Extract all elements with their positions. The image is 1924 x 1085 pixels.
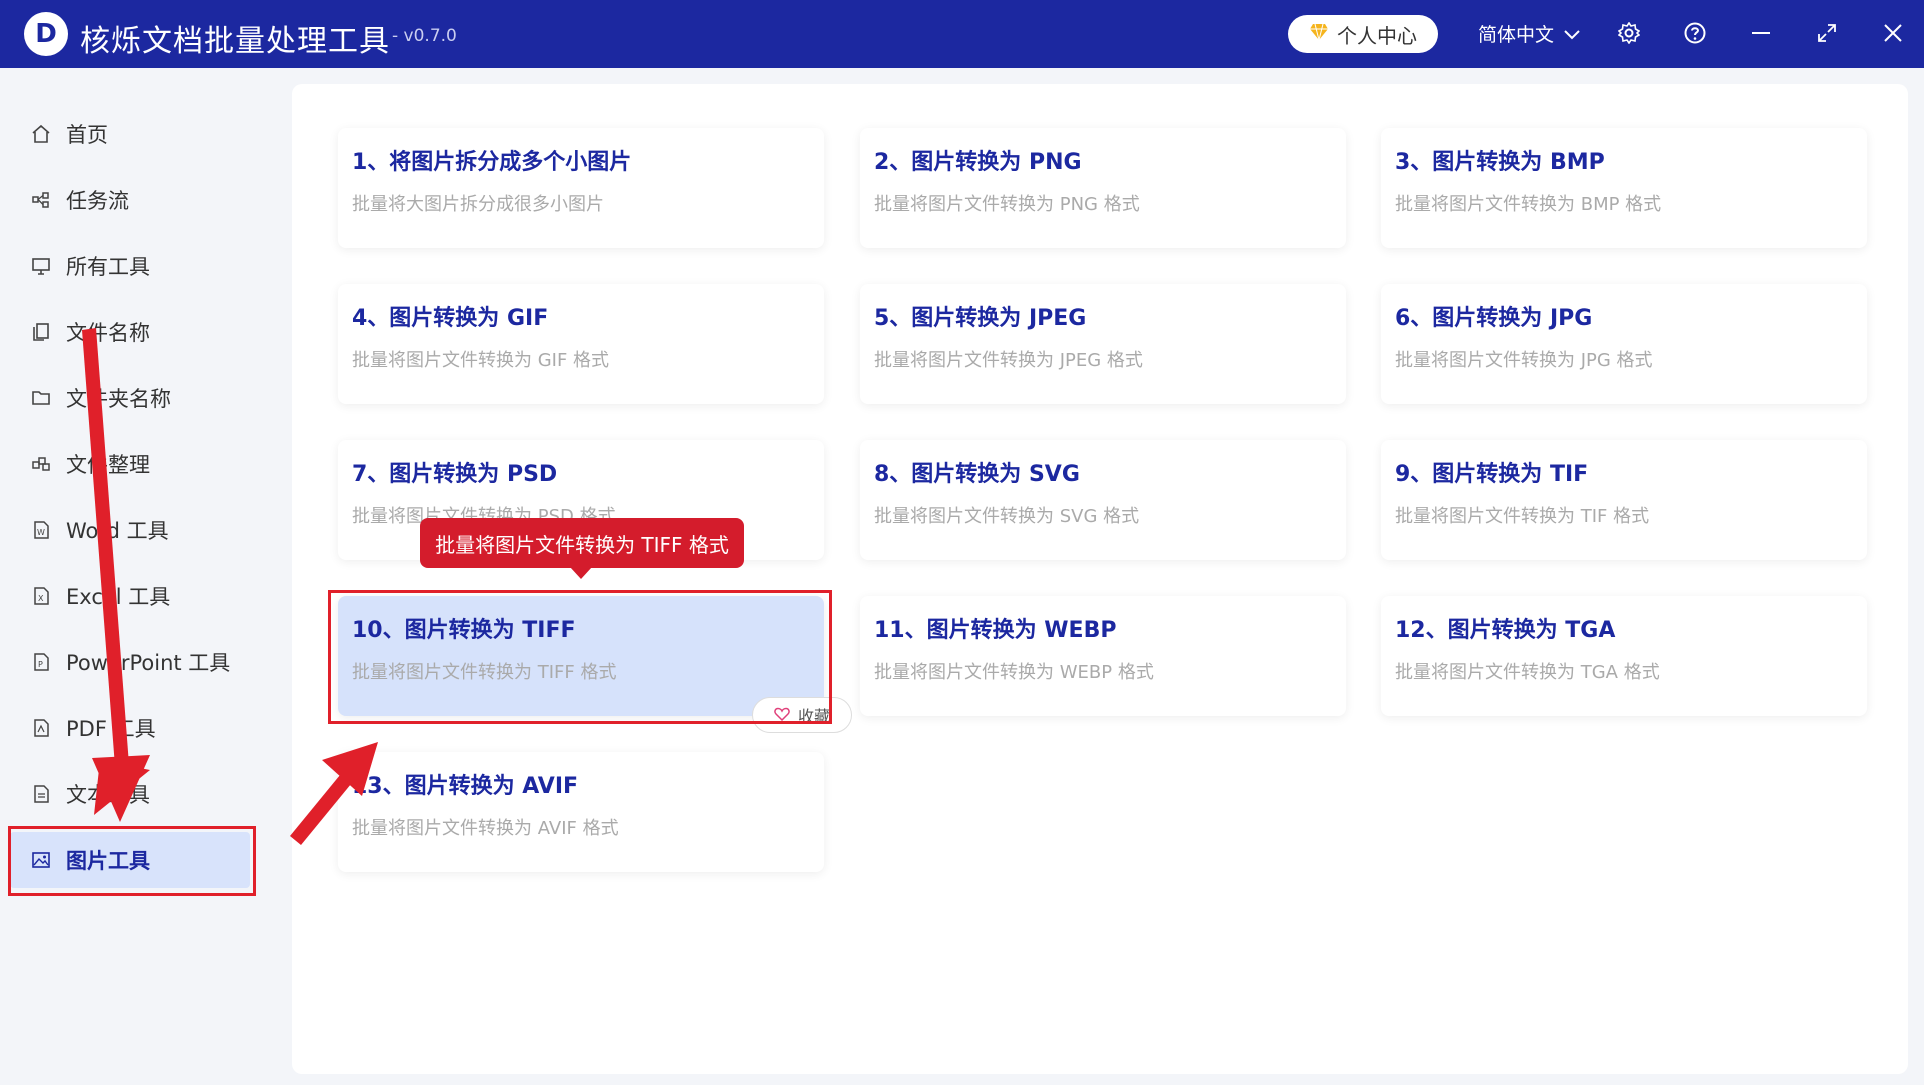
language-select[interactable]: 简体中文 [1478, 20, 1580, 47]
excel-icon: X [30, 585, 52, 607]
svg-text:X: X [38, 594, 44, 603]
user-center-label: 个人中心 [1337, 23, 1417, 48]
tool-card-to-svg[interactable]: 8、图片转换为 SVG 批量将图片文件转换为 SVG 格式 [860, 440, 1346, 560]
tool-card-to-jpg[interactable]: 6、图片转换为 JPG 批量将图片文件转换为 JPG 格式 [1381, 284, 1867, 404]
card-title: 6、图片转换为 JPG [1395, 306, 1593, 331]
sidebar-item-pdf-tools[interactable]: PDF 工具 [10, 700, 250, 756]
sidebar-item-label: Word 工具 [66, 519, 169, 543]
tool-card-to-gif[interactable]: 4、图片转换为 GIF 批量将图片文件转换为 GIF 格式 [338, 284, 824, 404]
tool-card-to-tif[interactable]: 9、图片转换为 TIF 批量将图片文件转换为 TIF 格式 [1381, 440, 1867, 560]
tool-card-to-webp[interactable]: 11、图片转换为 WEBP 批量将图片文件转换为 WEBP 格式 [860, 596, 1346, 716]
card-title: 1、将图片拆分成多个小图片 [352, 150, 632, 175]
card-title: 8、图片转换为 SVG [874, 462, 1080, 487]
card-description: 批量将大图片拆分成很多小图片 [352, 194, 604, 215]
tool-card-to-avif[interactable]: 13、图片转换为 AVIF 批量将图片文件转换为 AVIF 格式 [338, 752, 824, 872]
chevron-down-icon [1564, 23, 1580, 45]
sidebar-item-label: 文件整理 [66, 453, 150, 477]
help-icon[interactable] [1678, 16, 1712, 50]
maximize-icon[interactable] [1810, 16, 1844, 50]
card-title: 2、图片转换为 PNG [874, 150, 1082, 175]
sidebar-item-label: 任务流 [66, 189, 129, 213]
card-title: 12、图片转换为 TGA [1395, 618, 1616, 643]
language-label: 简体中文 [1478, 24, 1555, 46]
card-description: 批量将图片文件转换为 BMP 格式 [1395, 194, 1662, 215]
minimize-icon[interactable] [1744, 16, 1778, 50]
card-description: 批量将图片文件转换为 GIF 格式 [352, 350, 610, 371]
tool-card-to-bmp[interactable]: 3、图片转换为 BMP 批量将图片文件转换为 BMP 格式 [1381, 128, 1867, 248]
card-title: 4、图片转换为 GIF [352, 306, 549, 331]
card-description: 批量将图片文件转换为 AVIF 格式 [352, 818, 619, 839]
sidebar-item-folder-name[interactable]: 文件夹名称 [10, 370, 250, 426]
tool-card-to-png[interactable]: 2、图片转换为 PNG 批量将图片文件转换为 PNG 格式 [860, 128, 1346, 248]
powerpoint-icon: P [30, 651, 52, 673]
sidebar-item-label: PDF 工具 [66, 717, 156, 741]
card-title: 7、图片转换为 PSD [352, 462, 558, 487]
card-description: 批量将图片文件转换为 PNG 格式 [874, 194, 1140, 215]
home-icon [30, 123, 52, 145]
card-title: 9、图片转换为 TIF [1395, 462, 1589, 487]
file-copy-icon [30, 321, 52, 343]
sidebar-item-label: PowerPoint 工具 [66, 651, 231, 675]
annotation-highlight-box-sidebar [8, 826, 256, 896]
sidebar-item-text-tools[interactable]: 文本工具 [10, 766, 250, 822]
sidebar-item-label: 所有工具 [66, 255, 150, 279]
card-description: 批量将图片文件转换为 TGA 格式 [1395, 662, 1660, 683]
card-title: 11、图片转换为 WEBP [874, 618, 1117, 643]
sidebar-item-powerpoint-tools[interactable]: P PowerPoint 工具 [10, 634, 250, 690]
svg-text:W: W [37, 528, 45, 537]
close-icon[interactable] [1876, 16, 1910, 50]
card-title: 5、图片转换为 JPEG [874, 306, 1087, 331]
sidebar-item-label: 文件名称 [66, 321, 150, 345]
word-icon: W [30, 519, 52, 541]
app-logo: D [24, 12, 68, 56]
pdf-icon [30, 717, 52, 739]
sidebar-item-label: 文件夹名称 [66, 387, 171, 411]
workflow-icon [30, 189, 52, 211]
tool-card-split-image[interactable]: 1、将图片拆分成多个小图片 批量将大图片拆分成很多小图片 [338, 128, 824, 248]
sidebar-item-home[interactable]: 首页 [10, 106, 250, 162]
card-description: 批量将图片文件转换为 SVG 格式 [874, 506, 1140, 527]
sidebar-item-label: 首页 [66, 123, 108, 147]
card-description: 批量将图片文件转换为 WEBP 格式 [874, 662, 1154, 683]
card-description: 批量将图片文件转换为 JPG 格式 [1395, 350, 1653, 371]
sidebar-item-file-name[interactable]: 文件名称 [10, 304, 250, 360]
sidebar-item-word-tools[interactable]: W Word 工具 [10, 502, 250, 558]
folder-icon [30, 387, 52, 409]
app-logo-letter: D [35, 19, 57, 49]
card-description: 批量将图片文件转换为 TIF 格式 [1395, 506, 1650, 527]
monitor-icon [30, 255, 52, 277]
sidebar-item-all-tools[interactable]: 所有工具 [10, 238, 250, 294]
gear-icon[interactable] [1612, 16, 1646, 50]
tooltip: 批量将图片文件转换为 TIFF 格式 [420, 518, 744, 568]
user-center-button[interactable]: 个人中心 [1288, 15, 1438, 53]
tool-card-to-jpeg[interactable]: 5、图片转换为 JPEG 批量将图片文件转换为 JPEG 格式 [860, 284, 1346, 404]
annotation-highlight-box-card [328, 590, 832, 724]
tool-card-to-tga[interactable]: 12、图片转换为 TGA 批量将图片文件转换为 TGA 格式 [1381, 596, 1867, 716]
gem-icon [1309, 23, 1329, 46]
sidebar-item-workflow[interactable]: 任务流 [10, 172, 250, 228]
card-description: 批量将图片文件转换为 JPEG 格式 [874, 350, 1143, 371]
sidebar-item-file-organize[interactable]: 文件整理 [10, 436, 250, 492]
text-icon [30, 783, 52, 805]
card-title: 3、图片转换为 BMP [1395, 150, 1605, 175]
sidebar-item-label: 文本工具 [66, 783, 150, 807]
card-title: 13、图片转换为 AVIF [352, 774, 579, 799]
tooltip-arrow [570, 567, 592, 579]
organize-icon [30, 453, 52, 475]
title-bar: D 核烁文档批量处理工具 - v0.7.0 个人中心 简体中文 [0, 0, 1924, 68]
sidebar-item-label: Excel 工具 [66, 585, 171, 609]
sidebar-item-excel-tools[interactable]: X Excel 工具 [10, 568, 250, 624]
svg-text:P: P [38, 660, 43, 669]
app-title: 核烁文档批量处理工具 [80, 24, 390, 59]
app-version: - v0.7.0 [392, 26, 457, 46]
